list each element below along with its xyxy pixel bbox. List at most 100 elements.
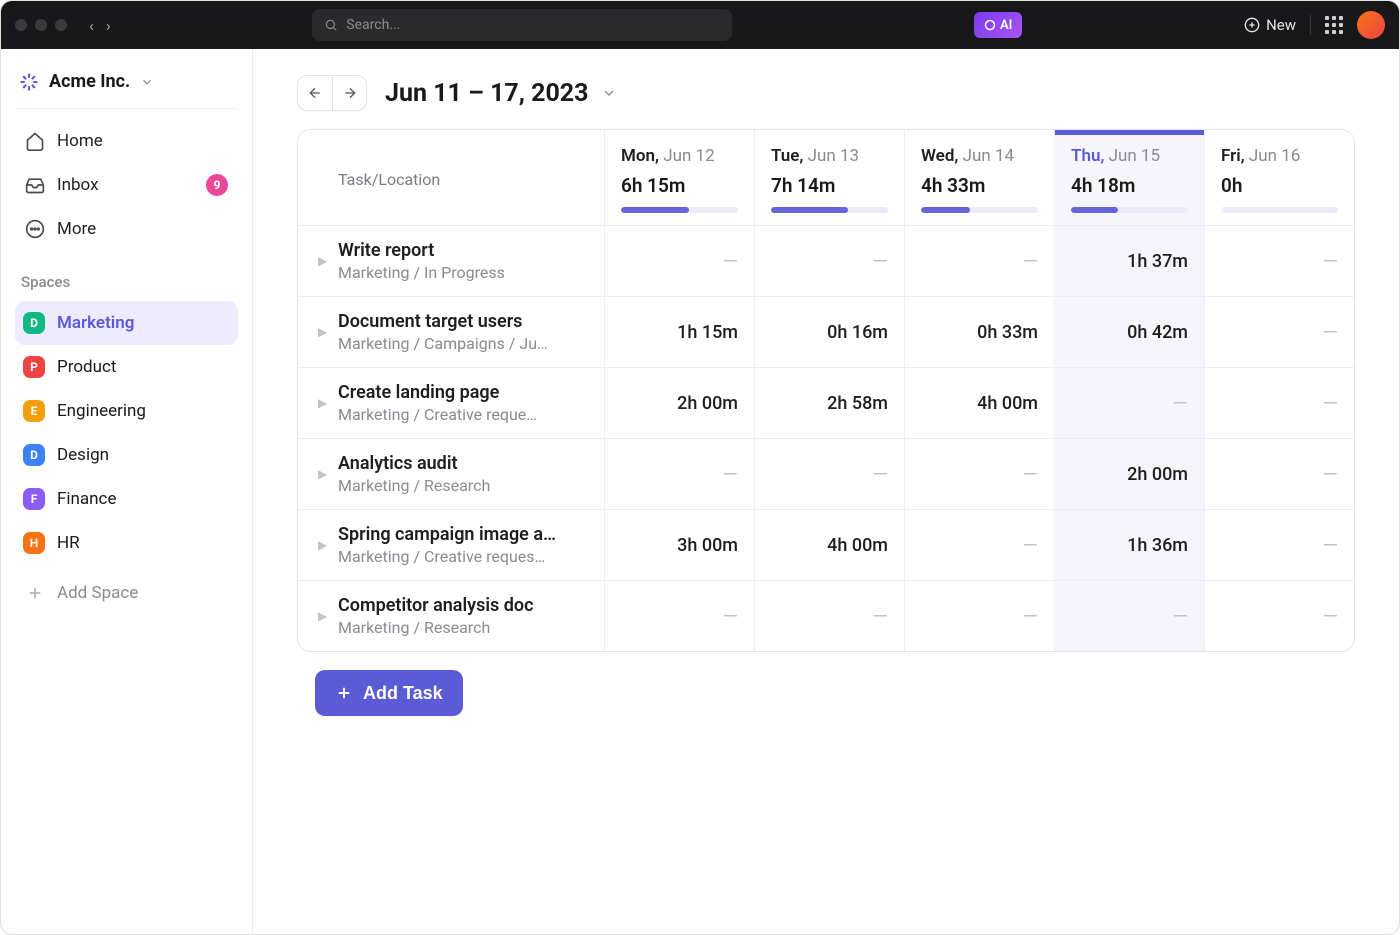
time-cell[interactable]: — (904, 226, 1054, 296)
add-task-button[interactable]: Add Task (315, 670, 463, 716)
time-cell[interactable]: — (1204, 510, 1354, 580)
window-controls (15, 19, 67, 31)
add-space-button[interactable]: Add Space (15, 571, 238, 615)
time-cell[interactable]: — (754, 439, 904, 509)
time-cell[interactable]: — (1204, 226, 1354, 296)
day-header[interactable]: Tue, Jun 13 7h 14m (754, 130, 904, 225)
time-cell[interactable]: — (604, 439, 754, 509)
task-title: Competitor analysis doc (338, 595, 588, 616)
space-chip-icon: D (23, 444, 45, 466)
sparkle-icon (984, 19, 996, 31)
new-button[interactable]: New (1244, 16, 1296, 34)
time-cell[interactable]: — (604, 581, 754, 651)
traffic-dot-close-icon[interactable] (15, 19, 27, 31)
date-range-label: Jun 11 – 17, 2023 (385, 79, 589, 108)
task-row: ▶ Write report Marketing / In Progress —… (298, 226, 1354, 297)
sidebar-space-item[interactable]: H HR (15, 521, 238, 565)
sidebar-item-home[interactable]: Home (15, 119, 238, 163)
topbar-right: New (1244, 11, 1385, 39)
sidebar-item-inbox[interactable]: Inbox 9 (15, 163, 238, 207)
search-icon (324, 18, 338, 32)
task-cell[interactable]: ▶ Document target users Marketing / Camp… (298, 297, 604, 367)
task-cell[interactable]: ▶ Write report Marketing / In Progress (298, 226, 604, 296)
traffic-dot-min-icon[interactable] (35, 19, 47, 31)
traffic-dot-max-icon[interactable] (55, 19, 67, 31)
chevron-right-icon[interactable]: ▶ (318, 538, 332, 552)
workspace-switcher[interactable]: Acme Inc. (15, 67, 238, 109)
sidebar-space-item[interactable]: D Design (15, 433, 238, 477)
time-cell[interactable]: 1h 15m (604, 297, 754, 367)
ai-button[interactable]: AI (974, 12, 1022, 38)
time-cell[interactable]: 0h 42m (1054, 297, 1204, 367)
apps-grid-icon[interactable] (1325, 16, 1343, 34)
chevron-right-icon[interactable]: ▶ (318, 396, 332, 410)
task-cell[interactable]: ▶ Spring campaign image a… Marketing / C… (298, 510, 604, 580)
plus-circle-icon (1244, 17, 1260, 33)
date-range-picker[interactable]: Jun 11 – 17, 2023 (385, 79, 617, 108)
avatar[interactable] (1357, 11, 1385, 39)
forward-button[interactable]: › (106, 16, 111, 35)
ai-label: AI (1000, 18, 1012, 33)
space-chip-icon: F (23, 488, 45, 510)
time-cell[interactable]: 1h 36m (1054, 510, 1204, 580)
space-chip-icon: P (23, 356, 45, 378)
task-cell[interactable]: ▶ Analytics audit Marketing / Research (298, 439, 604, 509)
task-path: Marketing / Creative reques… (338, 547, 588, 566)
space-name: Engineering (57, 401, 146, 421)
task-row: ▶ Create landing page Marketing / Creati… (298, 368, 1354, 439)
time-cell[interactable]: — (1204, 368, 1354, 438)
sidebar-space-item[interactable]: E Engineering (15, 389, 238, 433)
time-cell[interactable]: — (1204, 439, 1354, 509)
day-header[interactable]: Thu, Jun 15 4h 18m (1054, 130, 1204, 225)
time-cell[interactable]: — (904, 581, 1054, 651)
main-content: Jun 11 – 17, 2023 Task/Location Mon, Jun… (253, 49, 1399, 934)
time-cell[interactable]: 4h 00m (754, 510, 904, 580)
sidebar-space-item[interactable]: F Finance (15, 477, 238, 521)
sidebar-item-more[interactable]: More (15, 207, 238, 251)
time-cell[interactable]: — (1204, 297, 1354, 367)
task-cell[interactable]: ▶ Competitor analysis doc Marketing / Re… (298, 581, 604, 651)
more-icon (25, 219, 45, 239)
chevron-down-icon (601, 85, 617, 101)
time-cell[interactable]: — (754, 226, 904, 296)
prev-week-button[interactable] (298, 76, 332, 110)
time-cell[interactable]: — (1204, 581, 1354, 651)
sidebar-item-label: Inbox (57, 175, 99, 195)
time-cell[interactable]: — (904, 510, 1054, 580)
space-name: Finance (57, 489, 116, 509)
chevron-down-icon (140, 75, 154, 89)
time-cell[interactable]: 3h 00m (604, 510, 754, 580)
chevron-right-icon[interactable]: ▶ (318, 609, 332, 623)
time-cell[interactable]: 4h 00m (904, 368, 1054, 438)
time-cell[interactable]: 0h 33m (904, 297, 1054, 367)
time-cell[interactable]: 2h 00m (604, 368, 754, 438)
next-week-button[interactable] (332, 76, 366, 110)
time-cell[interactable]: — (1054, 581, 1204, 651)
day-header[interactable]: Wed, Jun 14 4h 33m (904, 130, 1054, 225)
sidebar-space-item[interactable]: P Product (15, 345, 238, 389)
time-cell[interactable]: — (754, 581, 904, 651)
space-name: Product (57, 357, 116, 377)
task-row: ▶ Competitor analysis doc Marketing / Re… (298, 581, 1354, 651)
sidebar-space-item[interactable]: D Marketing (15, 301, 238, 345)
task-cell[interactable]: ▶ Create landing page Marketing / Creati… (298, 368, 604, 438)
search-input[interactable]: Search... (312, 9, 732, 41)
time-cell[interactable]: — (604, 226, 754, 296)
chevron-right-icon[interactable]: ▶ (318, 467, 332, 481)
time-cell[interactable]: — (904, 439, 1054, 509)
time-cell[interactable]: 2h 00m (1054, 439, 1204, 509)
day-header[interactable]: Mon, Jun 12 6h 15m (604, 130, 754, 225)
chevron-right-icon[interactable]: ▶ (318, 254, 332, 268)
back-button[interactable]: ‹ (89, 16, 94, 35)
sidebar: Acme Inc. Home Inbox 9 More (1, 49, 253, 934)
time-cell[interactable]: 2h 58m (754, 368, 904, 438)
task-path: Marketing / Creative reque… (338, 405, 588, 424)
day-header[interactable]: Fri, Jun 16 0h (1204, 130, 1354, 225)
time-cell[interactable]: 1h 37m (1054, 226, 1204, 296)
workspace-logo-icon (19, 72, 39, 92)
chevron-right-icon[interactable]: ▶ (318, 325, 332, 339)
task-path: Marketing / Campaigns / Ju… (338, 334, 588, 353)
time-cell[interactable]: — (1054, 368, 1204, 438)
time-cell[interactable]: 0h 16m (754, 297, 904, 367)
space-name: HR (57, 533, 80, 553)
